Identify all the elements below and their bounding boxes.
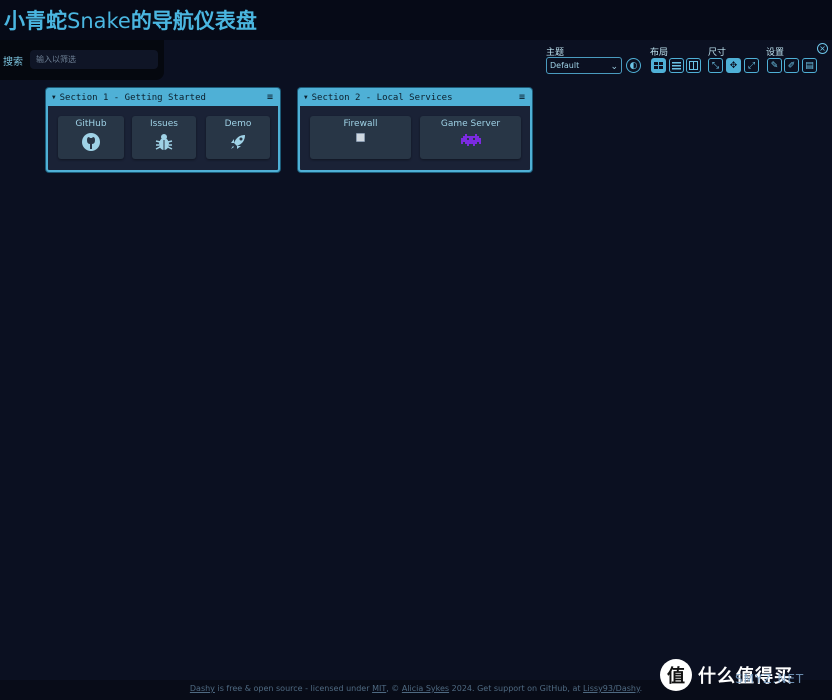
layout-auto-button[interactable] xyxy=(651,58,666,73)
title-suffix: 的导航仪表盘 xyxy=(130,9,257,33)
hamburger-menu-icon[interactable]: ≡ xyxy=(267,90,273,106)
title-latin: Snake xyxy=(67,9,131,33)
tile-firewall[interactable]: Firewall xyxy=(310,116,411,159)
tile-label: Game Server xyxy=(440,119,501,129)
tile-label: Issues xyxy=(150,119,178,129)
expand-icon: ⤢ xyxy=(747,60,756,71)
section-header[interactable]: ▼ Section 2 - Local Services ≡ xyxy=(300,90,530,106)
section-title: Section 2 - Local Services xyxy=(311,93,453,103)
title-prefix: 小青蛇 xyxy=(4,9,67,33)
tile-label: Demo xyxy=(224,119,252,129)
tile-demo[interactable]: Demo xyxy=(206,116,270,159)
section-header[interactable]: ▼ Section 1 - Getting Started ≡ xyxy=(48,90,278,106)
footer-text: is free & open source - licensed under xyxy=(214,684,373,693)
search-input[interactable] xyxy=(30,50,158,69)
github-icon xyxy=(82,133,100,151)
config-button[interactable]: ✎ xyxy=(767,58,782,73)
palette-icon[interactable]: ◐ xyxy=(626,58,641,73)
tile-label: Firewall xyxy=(343,119,378,129)
pencil-icon: ✐ xyxy=(787,60,796,71)
app-title[interactable]: 小青蛇Snake的导航仪表盘 xyxy=(4,5,257,35)
layout-horizontal-button[interactable] xyxy=(686,58,701,73)
layout-vertical-button[interactable] xyxy=(669,58,684,73)
arrows-icon: ✥ xyxy=(729,60,738,71)
footer-dashy-link[interactable]: Dashy xyxy=(190,684,215,693)
footer-author-link[interactable]: Alicia Sykes xyxy=(402,684,449,693)
footer-text: . xyxy=(639,684,643,693)
space-invader-icon xyxy=(460,134,481,146)
layout-icon: ▤ xyxy=(805,60,814,71)
layout-label: 布局 xyxy=(650,48,669,58)
size-medium-button[interactable]: ✥ xyxy=(726,58,741,73)
section-getting-started: ▼ Section 1 - Getting Started ≡ GitHub Is… xyxy=(46,88,280,172)
size-label: 尺寸 xyxy=(708,48,727,58)
broken-image-icon xyxy=(356,133,365,142)
search-label: 搜索 xyxy=(3,57,23,68)
theme-select[interactable]: Default ⌄ xyxy=(546,57,622,74)
footer-repo-link[interactable]: Lissy93/Dashy xyxy=(583,684,640,693)
list-icon xyxy=(672,62,681,70)
close-icon[interactable]: × xyxy=(817,43,828,54)
chevron-down-icon: ⌄ xyxy=(610,62,618,72)
columns-icon xyxy=(689,61,698,70)
tile-game-server[interactable]: Game Server xyxy=(420,116,521,159)
collapse-arrow-icon: ▼ xyxy=(52,94,56,101)
compress-icon: ⤡ xyxy=(711,60,720,71)
footer-mit-link[interactable]: MIT xyxy=(372,684,386,693)
footer-text: , © xyxy=(386,684,402,693)
section-title: Section 1 - Getting Started xyxy=(59,93,206,103)
settings-label: 设置 xyxy=(766,48,785,58)
section-local-services: ▼ Section 2 - Local Services ≡ Firewall G… xyxy=(298,88,532,172)
header: 小青蛇Snake的导航仪表盘 xyxy=(0,0,832,40)
grid-icon xyxy=(654,62,663,69)
rocket-icon xyxy=(231,135,245,149)
bug-icon xyxy=(155,134,173,150)
footer-text: 2024. Get support on GitHub, at xyxy=(449,684,584,693)
hamburger-menu-icon[interactable]: ≡ xyxy=(519,90,525,106)
watermark-sub: SMYZ.NET xyxy=(735,672,805,686)
tile-issues[interactable]: Issues xyxy=(132,116,196,159)
workspace-button[interactable]: ▤ xyxy=(802,58,817,73)
watermark-badge: 值 xyxy=(660,659,692,691)
wrench-icon: ✎ xyxy=(770,60,779,71)
edit-button[interactable]: ✐ xyxy=(784,58,799,73)
collapse-arrow-icon: ▼ xyxy=(304,94,308,101)
tile-label: GitHub xyxy=(75,119,107,129)
tile-github[interactable]: GitHub xyxy=(58,116,124,159)
size-small-button[interactable]: ⤡ xyxy=(708,58,723,73)
theme-select-value: Default xyxy=(550,61,580,70)
size-large-button[interactable]: ⤢ xyxy=(744,58,759,73)
